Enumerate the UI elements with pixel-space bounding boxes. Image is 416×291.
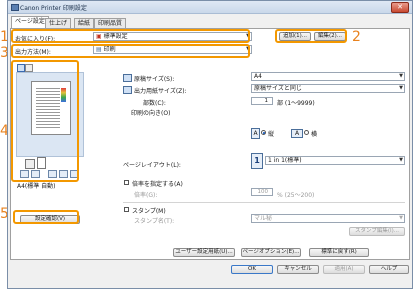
portrait-radio[interactable] — [261, 130, 266, 135]
divider — [123, 202, 405, 203]
portrait-icon: A — [251, 128, 260, 139]
callout-box-1 — [11, 29, 250, 43]
restore-defaults-button[interactable]: 標準に戻す(R) — [309, 248, 369, 257]
stamp-name-label: スタンプ名(T): — [134, 218, 175, 225]
page-layout-value: 1 in 1(標準) — [268, 157, 302, 164]
chevron-down-icon: ▼ — [399, 215, 403, 221]
title-bar: Canon Printer 印刷設定 ✕ — [8, 1, 412, 14]
copies-range: 部 (1〜9999) — [277, 100, 315, 107]
stamp-edit-button[interactable]: スタンプ編集(I)... — [349, 227, 405, 236]
callout-box-5 — [13, 210, 79, 224]
page-layout-select[interactable]: 1 in 1(標準) ▼ — [265, 156, 405, 165]
stamp-name-value: マル秘 — [254, 215, 273, 222]
callout-2: 2 — [352, 29, 361, 45]
user-paper-button[interactable]: ユーザー設定用紙(U)... — [173, 248, 235, 257]
callout-box-3 — [11, 44, 250, 58]
page-options-button[interactable]: ページオプション(E)... — [241, 248, 301, 257]
orientation-label: 印刷の向き(O) — [131, 110, 171, 117]
printer-icon — [11, 4, 19, 11]
original-size-select[interactable]: A4 ▼ — [251, 72, 405, 81]
scaling-checkbox[interactable] — [124, 180, 129, 185]
close-button[interactable]: ✕ — [391, 2, 409, 13]
callout-box-4 — [11, 60, 79, 182]
landscape-label: 横 — [311, 131, 318, 138]
ok-button[interactable]: OK — [231, 265, 273, 274]
portrait-label: 縦 — [268, 131, 275, 138]
chevron-down-icon: ▼ — [399, 85, 403, 91]
copies-label: 部数(C): — [143, 100, 166, 107]
apply-button[interactable]: 適用(A) — [323, 265, 365, 274]
page-layout-label: ページレイアウト(L): — [123, 162, 181, 169]
cancel-button[interactable]: キャンセル — [277, 265, 319, 274]
copies-input[interactable]: 1 — [251, 97, 273, 105]
chevron-down-icon: ▼ — [399, 73, 403, 79]
scaling-label: 倍率を指定する(A) — [132, 181, 183, 188]
landscape-radio[interactable] — [304, 130, 309, 135]
layout-1in1-icon: 1 — [251, 153, 263, 169]
window-title: Canon Printer 印刷設定 — [20, 5, 87, 12]
help-button[interactable]: ヘルプ — [369, 265, 409, 274]
landscape-icon: A — [291, 129, 303, 138]
ratio-label: 倍率(G): — [134, 192, 158, 199]
original-size-value: A4 — [254, 73, 262, 80]
chevron-down-icon: ▼ — [399, 157, 403, 163]
output-size-label: 出力用紙サイズ(Z): — [134, 88, 187, 95]
ratio-input[interactable]: 100 — [251, 188, 273, 196]
stamp-label: スタンプ(M) — [132, 208, 166, 215]
stamp-checkbox[interactable] — [124, 207, 129, 212]
output-size-icon — [123, 86, 132, 94]
original-size-label: 原稿サイズ(S): — [134, 76, 175, 83]
ratio-range: % (25〜200) — [277, 192, 315, 199]
page-size-icon — [123, 74, 132, 82]
stamp-name-select[interactable]: マル秘 ▼ — [251, 214, 405, 223]
output-size-select[interactable]: 原稿サイズと同じ ▼ — [251, 84, 405, 93]
output-size-value: 原稿サイズと同じ — [254, 85, 302, 92]
callout-box-2 — [275, 29, 347, 43]
preview-caption: A4(標準 自動) — [17, 183, 56, 190]
